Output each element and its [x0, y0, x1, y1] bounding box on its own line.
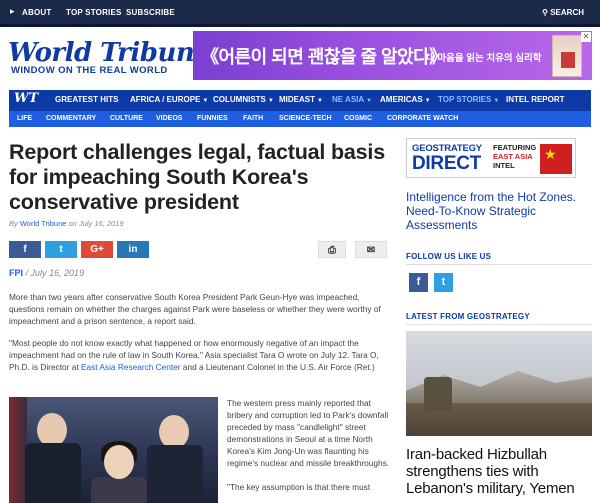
subnav-videos[interactable]: VIDEOS [156, 115, 182, 122]
close-icon[interactable]: ✕ [581, 32, 591, 42]
nav-greatest-hits[interactable]: GREATEST HITS [55, 95, 118, 104]
search-button[interactable]: ⚲ SEARCH [542, 8, 584, 17]
subscribe-link[interactable]: SUBSCRIBE [126, 8, 175, 17]
ad-subtitle: 내 마음을 읽는 치유의 심리학 [426, 53, 542, 64]
about-link[interactable]: ABOUT [22, 8, 51, 17]
chevron-down-icon: ▼ [317, 98, 323, 104]
nav-ne-asia[interactable]: NE ASIA ▼ [332, 95, 372, 104]
sub-nav: LIFE COMMENTARY CULTURE VIDEOS FUNNIES F… [9, 111, 591, 127]
dateline: FPI / July 16, 2019 [9, 268, 84, 278]
nav-columnists[interactable]: COLUMNISTS ▼ [213, 95, 274, 104]
chevron-down-icon: ▼ [202, 98, 209, 104]
subnav-commentary[interactable]: COMMENTARY [46, 115, 96, 122]
article-title: Report challenges legal, factual basis f… [9, 140, 385, 214]
top-bar: ▸ ABOUT TOP STORIES SUBSCRIBE ⚲ SEARCH [0, 0, 600, 27]
divider [406, 264, 592, 265]
ad-headline: 《어른이 되면 괜찮을 줄 알았다》 [201, 47, 447, 67]
nav-top-stories[interactable]: TOP STORIES ▼ [438, 95, 499, 104]
gs-big-label: DIRECT [412, 153, 481, 174]
chevron-down-icon: ▼ [267, 98, 274, 104]
subnav-cosmic[interactable]: COSMIC [344, 115, 372, 122]
chevron-down-icon: ▼ [424, 98, 431, 104]
ad-book-image [552, 35, 582, 77]
article-paragraph-1: More than two years after conservative S… [9, 292, 381, 326]
geostrategy-caption[interactable]: Intelligence from the Hot Zones. Need-To… [406, 190, 586, 232]
chevron-down-icon: ▼ [493, 98, 500, 104]
search-icon: ⚲ [542, 8, 551, 17]
site-logo[interactable]: World Tribune [8, 38, 211, 68]
china-flag-icon: ★ [540, 144, 572, 174]
subnav-faith[interactable]: FAITH [243, 115, 263, 122]
arrow-right-icon: ▸ [10, 6, 15, 16]
geostrategy-direct-ad[interactable]: GEOSTRATEGY DIRECT FEATURING EAST ASIA INT… [406, 138, 576, 178]
follow-us-heading: FOLLOW US LIKE US [406, 252, 492, 261]
latest-story-photo[interactable] [406, 331, 592, 436]
twitter-icon[interactable]: t [434, 273, 453, 292]
article-paragraph-3: The western press mainly reported that b… [227, 398, 390, 492]
nav-intel-report[interactable]: INTEL REPORT [506, 95, 565, 104]
share-googleplus-button[interactable]: G+ [81, 241, 113, 258]
article-photo [9, 397, 218, 503]
subnav-funnies[interactable]: FUNNIES [197, 115, 228, 122]
east-asia-research-link[interactable]: East Asia Research Center [81, 362, 181, 372]
dateline-date: / July 16, 2019 [25, 268, 85, 278]
facebook-icon[interactable]: f [409, 273, 428, 292]
print-button[interactable]: ⎙ [318, 241, 346, 258]
chevron-down-icon: ▼ [366, 98, 373, 104]
subnav-life[interactable]: LIFE [17, 115, 32, 122]
latest-geostrategy-heading: LATEST FROM GEOSTRATEGY [406, 312, 530, 321]
nav-mideast[interactable]: MIDEAST ▼ [279, 95, 323, 104]
main-nav: WT GREATEST HITS AFRICA / EUROPE ▼ COLUMN… [9, 90, 591, 111]
subnav-science-tech[interactable]: SCIENCE-TECH [279, 115, 332, 122]
byline-prefix: By [9, 219, 18, 228]
author-link[interactable]: World Tribune [20, 219, 67, 228]
search-label: SEARCH [550, 8, 584, 17]
share-linkedin-button[interactable]: in [117, 241, 149, 258]
nav-americas[interactable]: AMERICAS ▼ [380, 95, 431, 104]
ad-banner[interactable]: 《어른이 되면 괜찮을 줄 알았다》 내 마음을 읽는 치유의 심리학 ✕ [193, 31, 592, 80]
site-tagline: WINDOW ON THE REAL WORLD [11, 65, 168, 76]
latest-story-headline[interactable]: Iran-backed Hizbullah strengthens ties w… [406, 446, 592, 497]
byline: By World Tribune on July 16, 2019 [9, 219, 124, 228]
email-button[interactable]: ✉ [355, 241, 387, 258]
divider [406, 324, 592, 325]
source-link[interactable]: FPI [9, 268, 23, 278]
share-facebook-button[interactable]: f [9, 241, 41, 258]
share-twitter-button[interactable]: t [45, 241, 77, 258]
article-paragraph-2: "Most people do not know exactly what ha… [9, 338, 379, 372]
site-header: World Tribune WINDOW ON THE REAL WORLD 《… [0, 30, 600, 87]
byline-date: on July 16, 2019 [68, 219, 124, 228]
subnav-culture[interactable]: CULTURE [110, 115, 143, 122]
top-stories-link[interactable]: TOP STORIES [66, 8, 122, 17]
nav-africa-europe[interactable]: AFRICA / EUROPE ▼ [130, 95, 208, 104]
subnav-corporate-watch[interactable]: CORPORATE WATCH [387, 115, 458, 122]
gs-side-label: FEATURING EAST ASIA INTEL [493, 143, 537, 170]
wt-logo-mark[interactable]: WT [14, 91, 38, 106]
